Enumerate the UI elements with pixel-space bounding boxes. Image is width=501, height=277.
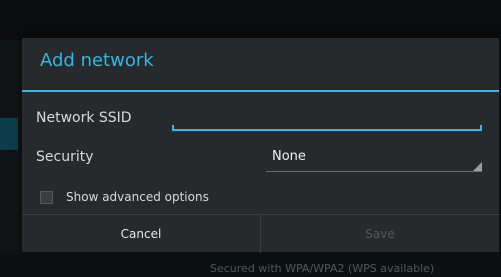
ssid-label: Network SSID (36, 110, 132, 126)
advanced-options-label: Show advanced options (66, 190, 209, 204)
security-selected-value: None (272, 149, 306, 164)
show-advanced-options-row[interactable]: Show advanced options (36, 188, 236, 208)
security-label: Security (36, 149, 94, 165)
advanced-options-checkbox[interactable] (40, 191, 53, 204)
cancel-button[interactable]: Cancel (22, 215, 260, 253)
background-selected-item (0, 118, 18, 150)
add-network-dialog: Add network Network SSID Security None S… (22, 38, 499, 253)
dialog-title: Add network (40, 50, 154, 71)
background-action-bar (0, 0, 501, 40)
title-divider (22, 90, 499, 92)
ssid-input[interactable] (172, 108, 490, 130)
save-button[interactable]: Save (261, 215, 499, 253)
ssid-input-underline (172, 125, 482, 131)
spinner-underline (266, 171, 482, 172)
background-network-summary: Secured with WPA/WPA2 (WPS available) (210, 262, 435, 275)
spinner-arrow-icon (473, 162, 482, 171)
dialog-button-bar: Cancel Save (22, 214, 499, 253)
security-spinner[interactable]: None (266, 142, 482, 172)
